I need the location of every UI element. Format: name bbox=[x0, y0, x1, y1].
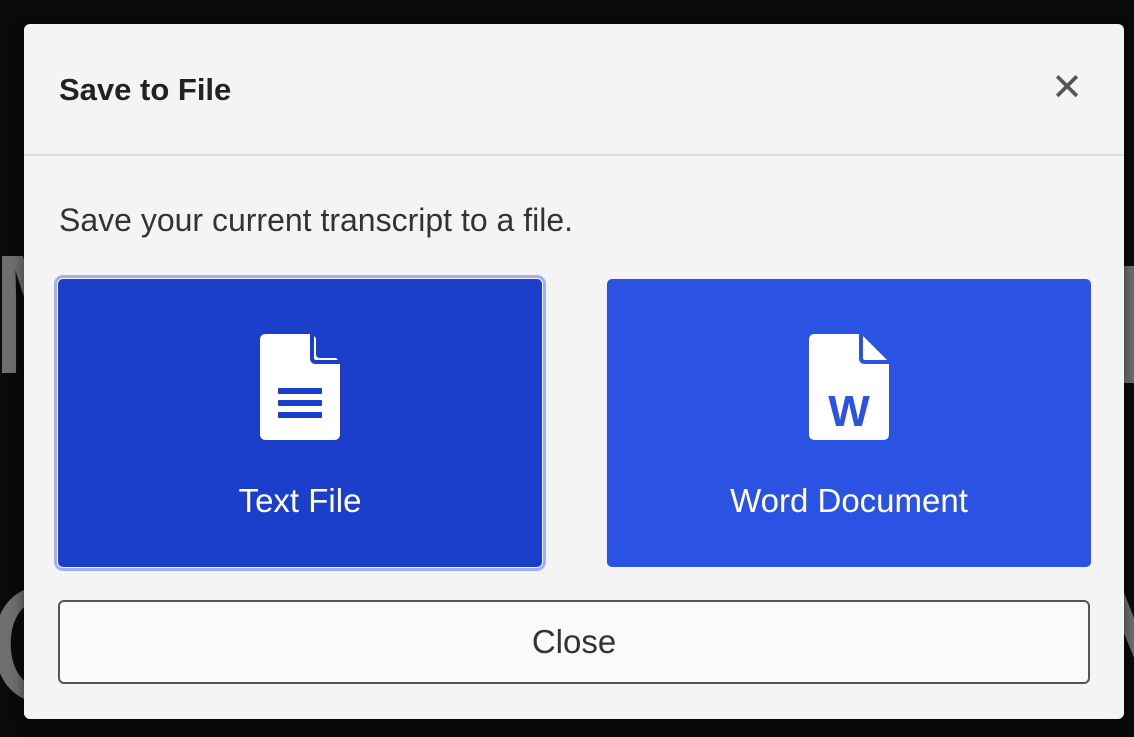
text-document-icon bbox=[260, 334, 340, 440]
text-file-button[interactable]: Text File bbox=[54, 275, 546, 571]
close-x-icon[interactable]: ✕ bbox=[1050, 69, 1084, 107]
word-document-button[interactable]: W Word Document bbox=[607, 279, 1091, 567]
dialog-header: Save to File ✕ bbox=[24, 24, 1124, 156]
save-to-file-dialog: Save to File ✕ Save your current transcr… bbox=[24, 24, 1124, 719]
word-document-icon: W bbox=[809, 334, 889, 440]
word-document-label: Word Document bbox=[730, 482, 968, 519]
word-letter: W bbox=[828, 387, 870, 436]
text-file-label: Text File bbox=[238, 482, 362, 519]
dialog-description: Save your current transcript to a file. bbox=[59, 202, 573, 238]
dialog-title: Save to File bbox=[59, 72, 232, 107]
close-button[interactable]: Close bbox=[58, 600, 1090, 684]
